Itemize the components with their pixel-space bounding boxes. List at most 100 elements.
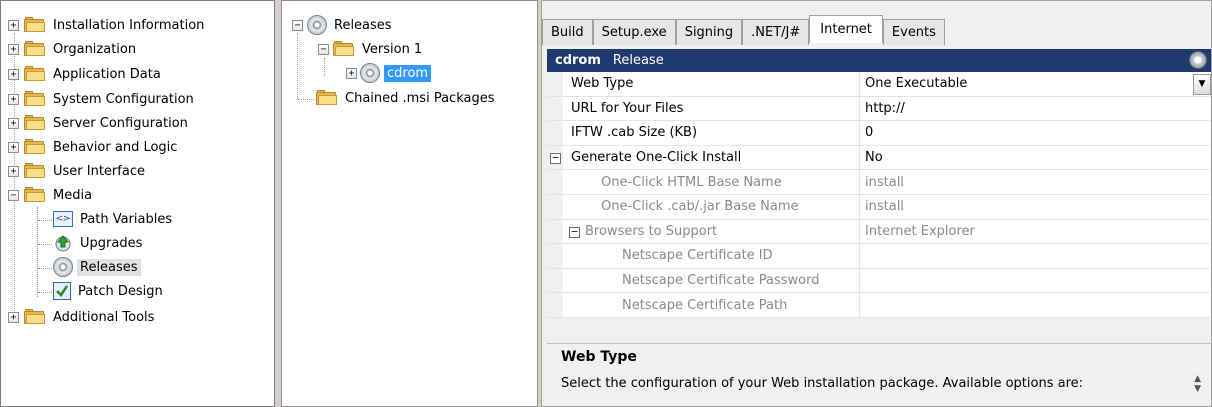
tab-setup-exe[interactable]: Setup.exe: [592, 19, 676, 45]
tab-label: .NET/J#: [751, 25, 801, 40]
folder-icon: [24, 91, 46, 107]
tree-label: Releases: [334, 17, 392, 33]
tab-events[interactable]: Events: [882, 19, 945, 45]
folder-icon: [24, 17, 46, 33]
property-row-iftw-cab-size[interactable]: IFTW .cab Size (KB) 0: [547, 121, 1211, 146]
tab-label: Internet: [820, 22, 872, 37]
tree-label: System Configuration: [53, 91, 194, 107]
property-row-web-type[interactable]: Web Type One Executable ▼: [547, 72, 1211, 97]
property-key: One-Click .cab/.jar Base Name: [567, 194, 860, 219]
tree-item-version-1[interactable]: − Version 1: [318, 38, 425, 60]
expand-icon[interactable]: +: [8, 311, 19, 323]
property-value[interactable]: http://: [861, 97, 905, 121]
expand-icon[interactable]: +: [8, 117, 19, 129]
tree-label: Path Variables: [80, 211, 173, 227]
release-disc-icon[interactable]: [1189, 51, 1207, 69]
collapse-icon[interactable]: −: [318, 43, 329, 55]
expand-icon[interactable]: +: [8, 165, 19, 177]
collapse-icon[interactable]: −: [8, 189, 19, 201]
property-row-html-base-name[interactable]: One-Click HTML Base Name install: [547, 170, 1211, 195]
property-grid: Web Type One Executable ▼ URL for Your F…: [547, 72, 1211, 318]
tree-item-media[interactable]: − Media: [8, 184, 95, 206]
tree-label: Organization: [53, 41, 137, 57]
dropdown-arrow-icon[interactable]: ▼: [1193, 74, 1211, 95]
collapse-icon[interactable]: −: [292, 19, 303, 31]
tree-label-selected: cdrom: [384, 64, 432, 82]
property-value[interactable]: [861, 293, 865, 317]
property-row-netscape-cert-id[interactable]: Netscape Certificate ID: [547, 244, 1211, 269]
expand-icon[interactable]: +: [346, 67, 357, 79]
description-text: Select the configuration of your Web ins…: [561, 376, 1084, 391]
folder-icon: [24, 41, 46, 57]
tab-label: Signing: [684, 25, 734, 40]
property-value-dropdown[interactable]: One Executable: [861, 72, 967, 96]
property-key: One-Click HTML Base Name: [567, 170, 860, 194]
scroll-spinner[interactable]: ▲ ▼: [1194, 374, 1201, 394]
expand-icon[interactable]: +: [8, 19, 19, 31]
expand-icon[interactable]: +: [8, 93, 19, 105]
tree-item-chained-msi-packages[interactable]: Chained .msi Packages: [316, 87, 498, 109]
folder-icon: [24, 139, 46, 155]
releases-tree: − Releases − Version 1 + cdrom Chained .…: [281, 0, 538, 407]
tab-dotnet-jsharp[interactable]: .NET/J#: [742, 19, 810, 45]
tree-item-cdrom[interactable]: + cdrom: [346, 62, 432, 84]
properties-panel: Build Setup.exe Signing .NET/J# Internet…: [541, 0, 1212, 407]
tree-item-system-configuration[interactable]: + System Configuration: [8, 88, 197, 110]
property-header: cdrom Release: [547, 49, 1211, 72]
folder-icon: [24, 115, 46, 131]
folder-icon: [24, 187, 46, 203]
tree-label: Media: [53, 187, 93, 203]
property-row-url[interactable]: URL for Your Files http://: [547, 96, 1211, 122]
tree-item-server-configuration[interactable]: + Server Configuration: [8, 112, 191, 134]
scroll-up-icon[interactable]: ▲: [1194, 374, 1201, 384]
tab-label: Setup.exe: [601, 25, 667, 40]
expand-icon[interactable]: +: [8, 68, 19, 80]
property-key: URL for Your Files: [567, 96, 860, 121]
tree-item-behavior-and-logic[interactable]: + Behavior and Logic: [8, 136, 180, 158]
tree-item-application-data[interactable]: + Application Data: [8, 63, 164, 85]
tab-label: Build: [551, 25, 584, 40]
disc-icon: [307, 15, 327, 35]
property-row-browsers[interactable]: − Browsers to Support Internet Explorer: [547, 219, 1211, 245]
tree-item-organization[interactable]: + Organization: [8, 38, 139, 60]
property-key: Generate One-Click Install: [567, 145, 860, 170]
disc-icon: [360, 63, 380, 83]
property-row-netscape-cert-path[interactable]: Netscape Certificate Path: [547, 293, 1211, 318]
property-row-netscape-cert-password[interactable]: Netscape Certificate Password: [547, 268, 1211, 294]
scroll-down-icon[interactable]: ▼: [1194, 384, 1201, 394]
property-value[interactable]: 0: [861, 121, 873, 145]
left-navigation-tree: + Installation Information + Organizatio…: [0, 0, 275, 407]
property-value[interactable]: [861, 244, 865, 268]
property-value[interactable]: [861, 269, 865, 293]
expand-icon[interactable]: +: [8, 43, 19, 55]
property-key: Netscape Certificate Password: [567, 268, 860, 293]
tree-label: Application Data: [53, 66, 161, 82]
tab-build[interactable]: Build: [542, 19, 593, 45]
property-key: Browsers to Support: [567, 219, 860, 244]
property-value[interactable]: Internet Explorer: [861, 220, 975, 244]
property-row-one-click-install[interactable]: − Generate One-Click Install No: [547, 145, 1211, 171]
collapse-icon[interactable]: −: [550, 152, 561, 164]
tree-item-releases-root[interactable]: − Releases: [292, 14, 395, 36]
tree-item-patch-design[interactable]: Patch Design: [53, 280, 166, 302]
tree-item-upgrades[interactable]: Upgrades: [53, 232, 145, 254]
tree-item-releases[interactable]: Releases: [53, 256, 141, 278]
tree-item-user-interface[interactable]: + User Interface: [8, 160, 148, 182]
tab-internet[interactable]: Internet: [809, 15, 883, 43]
tree-label: Upgrades: [80, 235, 143, 251]
tree-item-path-variables[interactable]: <> Path Variables: [53, 208, 175, 230]
tab-signing[interactable]: Signing: [675, 19, 743, 45]
expand-icon[interactable]: +: [8, 141, 19, 153]
property-key: IFTW .cab Size (KB): [567, 121, 860, 145]
property-value[interactable]: No: [861, 146, 883, 170]
patch-design-icon: [53, 282, 71, 300]
property-value[interactable]: install: [861, 170, 904, 194]
header-type: Release: [612, 53, 664, 68]
tree-item-additional-tools[interactable]: + Additional Tools: [8, 306, 157, 328]
description-title: Web Type: [561, 349, 637, 365]
version-folder-icon: [333, 41, 355, 57]
property-row-cab-jar-base-name[interactable]: One-Click .cab/.jar Base Name install: [547, 194, 1211, 220]
header-name: cdrom: [555, 53, 601, 68]
tree-item-installation-information[interactable]: + Installation Information: [8, 14, 207, 36]
property-value[interactable]: install: [861, 195, 904, 219]
